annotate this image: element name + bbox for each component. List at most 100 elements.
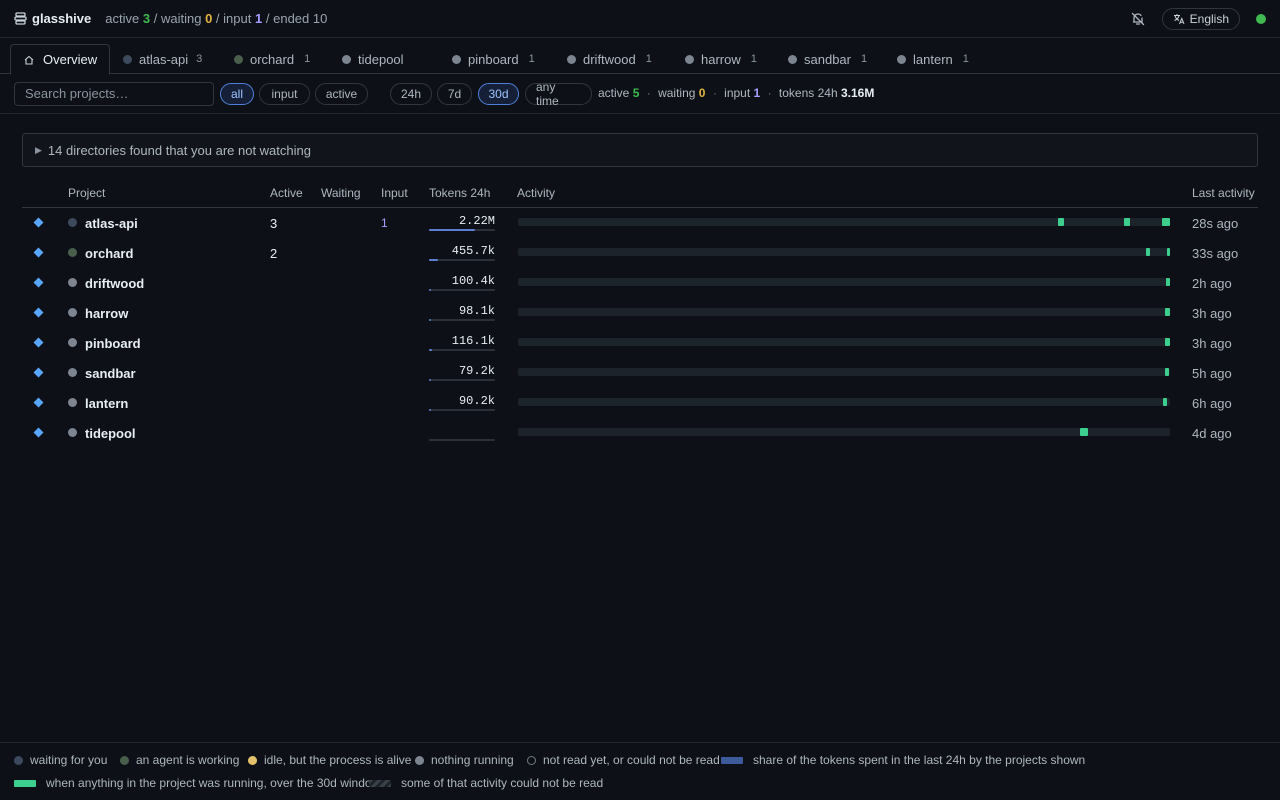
project-name[interactable]: atlas-api	[85, 216, 138, 231]
column-tokens[interactable]: Tokens 24h	[429, 186, 490, 200]
activity-segment	[1166, 278, 1170, 286]
separator: /	[153, 11, 158, 26]
table-row[interactable]: lantern 90.2k 6h ago	[22, 388, 1258, 418]
filter-active[interactable]: active	[315, 83, 368, 105]
column-active[interactable]: Active	[270, 186, 303, 200]
project-name[interactable]: lantern	[85, 396, 128, 411]
token-share-bar	[429, 319, 495, 321]
unwatched-directories-notice[interactable]: ▶ 14 directories found that you are not …	[22, 133, 1258, 167]
status-dot	[68, 338, 77, 347]
range-30d[interactable]: 30d	[478, 83, 519, 105]
tokens-cell: 90.2k	[458, 394, 495, 408]
watch-diamond-icon[interactable]	[33, 217, 44, 228]
watch-diamond-icon[interactable]	[33, 277, 44, 288]
table-row[interactable]: tidepool 4d ago	[22, 418, 1258, 448]
token-share-bar	[429, 379, 495, 381]
tab-driftwood[interactable]: driftwood 1	[567, 44, 652, 74]
tab-label: orchard	[250, 51, 295, 67]
range-24h[interactable]: 24h	[390, 83, 432, 105]
tab-label: harrow	[701, 51, 741, 67]
activity-segment	[1163, 398, 1168, 406]
column-waiting[interactable]: Waiting	[321, 186, 361, 200]
tab-tidepool[interactable]: tidepool	[342, 44, 404, 74]
separator: /	[215, 11, 220, 26]
token-share-fill	[429, 259, 439, 261]
token-share-fill	[429, 379, 431, 381]
table-row[interactable]: harrow 98.1k 3h ago	[22, 298, 1258, 328]
tab-label: driftwood	[583, 51, 636, 67]
last-activity-cell: 6h ago	[1192, 396, 1232, 411]
tab-overview[interactable]: Overview	[10, 44, 111, 75]
brand[interactable]: glasshive	[14, 11, 91, 26]
legend-waiting: waiting for you	[14, 753, 107, 767]
range-7d[interactable]: 7d	[437, 83, 472, 105]
status-dot	[234, 54, 243, 64]
watch-diamond-icon[interactable]	[33, 397, 44, 408]
tokens-stat: 3.16M	[840, 86, 875, 100]
tokens-cell: 79.2k	[458, 364, 495, 378]
tab-count: 1	[645, 53, 652, 65]
table-row[interactable]: driftwood 100.4k 2h ago	[22, 268, 1258, 298]
tab-pinboard[interactable]: pinboard 1	[452, 44, 535, 74]
watch-diamond-icon[interactable]	[33, 367, 44, 378]
tab-orchard[interactable]: orchard 1	[234, 44, 310, 74]
language-button[interactable]: English	[1161, 7, 1240, 30]
project-name[interactable]: tidepool	[85, 426, 136, 441]
token-share-bar	[429, 409, 495, 411]
filter-input[interactable]: input	[259, 83, 310, 105]
watch-diamond-icon[interactable]	[33, 337, 44, 348]
last-activity-cell: 2h ago	[1192, 276, 1232, 291]
bell-off-icon[interactable]	[1130, 11, 1146, 27]
table-row[interactable]: atlas-api 3 1 2.22M 28s ago	[22, 208, 1258, 238]
ended-count: 10	[312, 11, 328, 26]
active-cell: 3	[270, 216, 278, 231]
table-header: Project Active Waiting Input Tokens 24h …	[22, 180, 1258, 208]
waiting-stat: 0	[698, 86, 706, 100]
tab-label: sandbar	[804, 51, 851, 67]
status-dot	[452, 54, 461, 64]
activity-segment	[1167, 248, 1170, 256]
activity-segment	[1165, 338, 1170, 346]
watch-diamond-icon[interactable]	[33, 307, 44, 318]
table-row[interactable]: orchard 2 455.7k 33s ago	[22, 238, 1258, 268]
legend-label: some of that activity could not be read	[401, 776, 604, 790]
activity-segment	[1162, 218, 1170, 226]
search-input[interactable]	[14, 81, 214, 106]
tab-atlas-api[interactable]: atlas-api 3	[123, 44, 202, 74]
watch-diamond-icon[interactable]	[33, 247, 44, 258]
table-row[interactable]: pinboard 116.1k 3h ago	[22, 328, 1258, 358]
project-name[interactable]: driftwood	[85, 276, 144, 291]
token-share-bar	[429, 439, 495, 441]
active-cell: 2	[270, 246, 278, 261]
project-name[interactable]: orchard	[85, 246, 133, 261]
last-activity-cell: 4d ago	[1192, 426, 1232, 441]
range-any-time[interactable]: any time	[525, 80, 592, 108]
project-name[interactable]: pinboard	[85, 336, 141, 351]
token-share-fill	[429, 229, 475, 231]
legend-label: an agent is working	[136, 753, 240, 767]
session-counts: active 3 / waiting 0 / input 1 / ended 1…	[105, 11, 327, 26]
column-project[interactable]: Project	[68, 186, 105, 200]
tab-lantern[interactable]: lantern 1	[897, 44, 969, 74]
project-name[interactable]: harrow	[85, 306, 128, 321]
tab-count: 1	[304, 53, 311, 65]
tab-harrow[interactable]: harrow 1	[685, 44, 757, 74]
status-dot	[685, 54, 694, 64]
filter-all[interactable]: all	[220, 83, 254, 105]
summary-stats: active 5 · waiting 0 · input 1 · tokens …	[598, 86, 874, 100]
tab-sandbar[interactable]: sandbar 1	[788, 44, 867, 74]
legend-token-share: share of the tokens spent in the last 24…	[721, 753, 1085, 767]
project-name[interactable]: sandbar	[85, 366, 136, 381]
activity-track	[518, 368, 1170, 376]
project-tabs: Overview atlas-api 3 orchard 1 tidepool …	[0, 38, 1280, 75]
tab-label: atlas-api	[139, 51, 189, 67]
tokens-cell: 98.1k	[458, 304, 495, 318]
last-activity-cell: 3h ago	[1192, 336, 1232, 351]
input-count: 1	[255, 11, 263, 26]
watch-diamond-icon[interactable]	[33, 427, 44, 438]
table-row[interactable]: sandbar 79.2k 5h ago	[22, 358, 1258, 388]
column-input[interactable]: Input	[381, 186, 408, 200]
column-last-activity[interactable]: Last activity	[1192, 186, 1255, 200]
app-name: glasshive	[32, 11, 92, 26]
legend-swatch	[527, 755, 536, 765]
